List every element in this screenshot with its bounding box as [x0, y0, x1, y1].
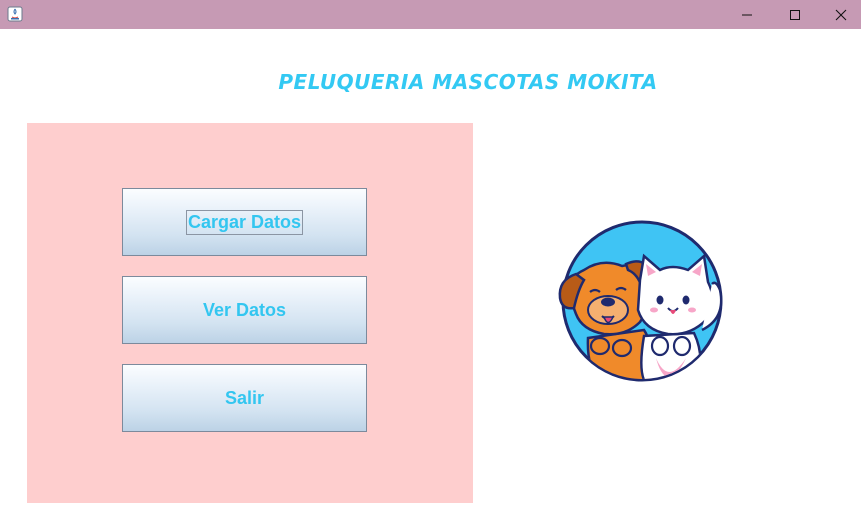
menu-panel: Cargar Datos Ver Datos Salir	[27, 123, 473, 503]
ver-datos-button[interactable]: Ver Datos	[122, 276, 367, 344]
minimize-icon	[742, 14, 752, 15]
page-title: PELUQUERIA MASCOTAS MOKITA	[278, 70, 658, 94]
salir-button[interactable]: Salir	[122, 364, 367, 432]
close-button[interactable]	[818, 0, 861, 29]
salir-label: Salir	[224, 387, 265, 408]
dog-and-cat-logo	[556, 218, 728, 384]
java-app-icon	[7, 6, 23, 22]
maximize-button[interactable]	[772, 0, 818, 29]
maximize-icon	[790, 9, 800, 20]
cargar-datos-button[interactable]: Cargar Datos	[122, 188, 367, 256]
minimize-button[interactable]	[724, 0, 770, 29]
ver-datos-label: Ver Datos	[202, 299, 287, 320]
close-icon	[835, 9, 847, 20]
cargar-datos-label: Cargar Datos	[185, 209, 304, 235]
window-titlebar[interactable]	[0, 0, 861, 29]
